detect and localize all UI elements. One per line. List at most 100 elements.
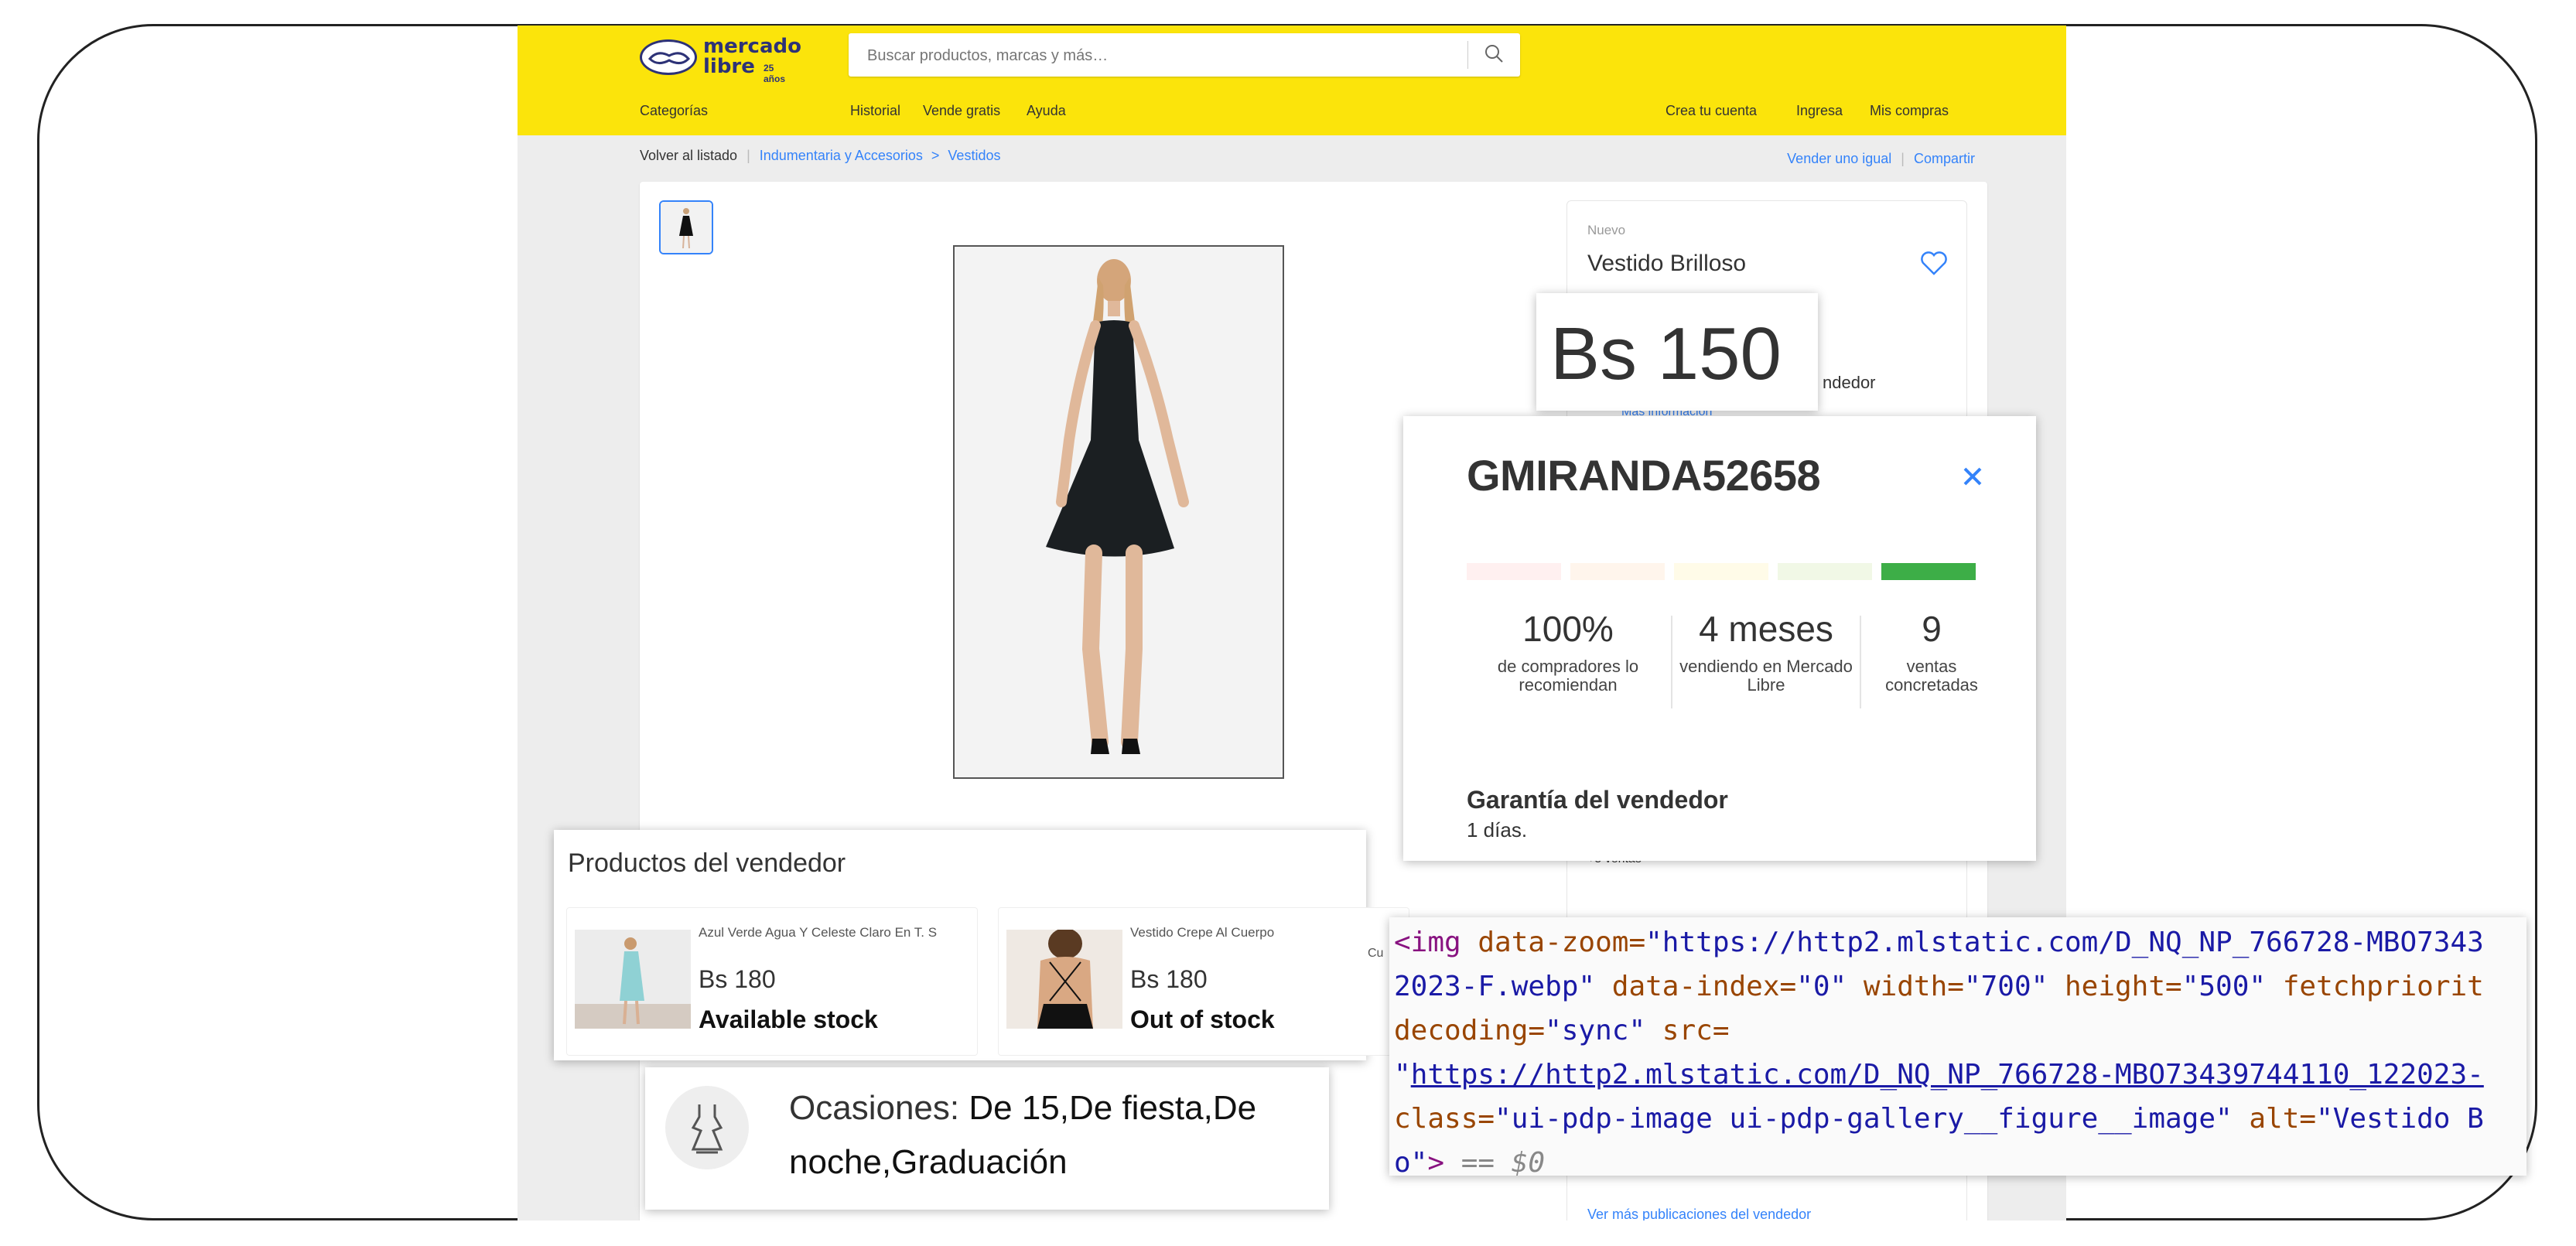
stat-recommend-label: de compradores lo recomiendan (1497, 657, 1639, 695)
handshake-icon (640, 39, 697, 75)
product-price: Bs 180 (1130, 965, 1208, 993)
code-attr: alt= (2232, 1103, 2317, 1135)
code-line-1: <img data-zoom="https://http2.mlstatic.c… (1394, 920, 2484, 964)
code-line-3: decoding="sync" src= (1394, 1009, 1730, 1053)
breadcrumb-separator: > (931, 148, 940, 163)
reputation-level-3 (1674, 563, 1768, 580)
occasions-label: Ocasiones: (789, 1089, 969, 1127)
code-console-ref: == $0 (1444, 1147, 1546, 1176)
guarantee-value: 1 días. (1467, 818, 1528, 841)
code-string: 2023-F.webp" (1394, 971, 1596, 1002)
heart-icon[interactable] (1920, 251, 1948, 277)
nav-vende-gratis[interactable]: Vende gratis (923, 103, 1000, 119)
stat-sales-value: 9 (1922, 609, 1942, 649)
code-attr: decoding= (1394, 1015, 1546, 1046)
code-string: "700" (1963, 971, 2048, 1002)
code-string: o" (1394, 1147, 1428, 1176)
code-string: "ui-pdp-image ui-pdp-gallery__figure__im… (1495, 1103, 2233, 1135)
occasions-attribute: Ocasiones: De 15,De fiesta,De noche,Grad… (645, 1067, 1329, 1210)
product-price: Bs 180 (699, 965, 776, 993)
nav-categorias[interactable]: Categorías (640, 103, 708, 119)
seller-fragment: ndedor (1823, 373, 1876, 392)
stat-divider (1671, 616, 1672, 708)
truncated-text: Cu (1368, 947, 1384, 960)
teal-dress-image (575, 930, 691, 1029)
seller-products-title: Productos del vendedor (568, 848, 846, 878)
code-line-6: o"> == $0 (1394, 1141, 1545, 1176)
code-tag: > (1427, 1147, 1445, 1176)
code-string: "sync" (1545, 1015, 1646, 1046)
code-line-5: class="ui-pdp-image ui-pdp-gallery__figu… (1394, 1097, 2484, 1141)
close-icon[interactable] (1957, 461, 1988, 492)
code-attr: class= (1394, 1103, 1495, 1135)
code-string: "500" (2181, 971, 2267, 1002)
nav-crea-tu-cuenta[interactable]: Crea tu cuenta (1666, 103, 1757, 119)
code-attr: width= (1847, 971, 1964, 1002)
nav-mis-compras[interactable]: Mis compras (1870, 103, 1949, 119)
back-to-list-link[interactable]: Volver al listado (640, 148, 737, 163)
product-thumbnail (1006, 930, 1122, 1029)
stat-months-value: 4 meses (1699, 609, 1833, 649)
stat-divider (1860, 616, 1861, 708)
top-navbar: mercado libre 25 años Categorías Histori… (518, 26, 2066, 135)
dress-icon (665, 1086, 749, 1169)
reputation-level-5 (1881, 563, 1976, 580)
breadcrumb-item-vestidos[interactable]: Vestidos (948, 148, 1000, 163)
logo-years: 25 años (764, 63, 786, 84)
code-tag: <img (1394, 927, 1461, 958)
code-attr: height= (2048, 971, 2182, 1002)
share-link[interactable]: Compartir (1914, 151, 1975, 166)
guarantee-title: Garantía del vendedor (1467, 786, 1728, 814)
reputation-level-4 (1778, 563, 1872, 580)
nav-ingresa[interactable]: Ingresa (1796, 103, 1843, 119)
seller-product-card[interactable]: Azul Verde Agua Y Celeste Claro En T. S … (566, 907, 978, 1056)
code-attr: data-zoom= (1461, 927, 1646, 958)
search-icon[interactable] (1483, 43, 1506, 66)
code-link[interactable]: https://http2.mlstatic.com/D_NQ_NP_76672… (1411, 1059, 2484, 1091)
breadcrumb: Volver al listado | Indumentaria y Accesor… (640, 148, 1001, 163)
reputation-thermometer (1467, 563, 1977, 580)
more-listings-link[interactable]: Ver más publicaciones del vendedor (1587, 1207, 1811, 1220)
code-line-4: "https://http2.mlstatic.com/D_NQ_NP_7667… (1394, 1053, 2484, 1097)
code-attr: data-index= (1595, 971, 1797, 1002)
price-overlay: Bs 150 (1536, 293, 1818, 411)
code-string: "Vestido B (2316, 1103, 2484, 1135)
product-main-image[interactable] (953, 245, 1284, 779)
stat-recommend: 100% de compradores lo recomiendan (1481, 608, 1655, 695)
code-string: "https://http2.mlstatic.com/D_NQ_NP_7667… (1645, 927, 2484, 958)
devtools-code-snippet: <img data-zoom="https://http2.mlstatic.c… (1389, 917, 2526, 1176)
search-box (849, 33, 1520, 77)
product-title: Vestido Brilloso (1587, 251, 1747, 276)
black-backless-dress-image (1006, 930, 1122, 1029)
code-attr: src= (1645, 1015, 1730, 1046)
nav-ayuda[interactable]: Ayuda (1027, 103, 1066, 119)
product-price: Bs 150 (1550, 312, 1782, 395)
breadcrumb-actions: Vender uno igual | Compartir (1787, 151, 1975, 166)
breadcrumb-item-indumentaria[interactable]: Indumentaria y Accesorios (760, 148, 923, 163)
code-line-2: 2023-F.webp" data-index="0" width="700" … (1394, 964, 2484, 1009)
logo-word-libre: libre (703, 55, 755, 78)
product-name: Vestido Crepe Al Cuerpo (1130, 925, 1275, 940)
search-input[interactable] (866, 43, 1472, 69)
seller-name: GMIRANDA52658 (1467, 451, 1821, 500)
search-divider (1467, 41, 1468, 69)
code-string: "0" (1796, 971, 1847, 1002)
seller-products-panel: Productos del vendedor Azul Verde Agua Y… (554, 830, 1409, 1060)
stat-months: 4 meses vendiendo en Mercado Libre (1679, 608, 1853, 695)
sell-similar-link[interactable]: Vender uno igual (1787, 151, 1891, 166)
condition-label: Nuevo (1587, 223, 1626, 237)
logo-word-mercado: mercado (703, 35, 801, 58)
stock-status: Available stock (699, 1005, 878, 1033)
stat-sales-label: ventas concretadas (1885, 657, 1978, 695)
product-thumbnail (575, 930, 691, 1029)
code-string: " (1394, 1059, 1411, 1091)
gallery-thumbnail[interactable] (659, 200, 713, 254)
seller-reputation-card: GMIRANDA52658 100% de compradores lo rec… (1403, 416, 2036, 861)
mercadolibre-logo[interactable]: mercado libre 25 años (640, 36, 801, 84)
nav-historial[interactable]: Historial (850, 103, 900, 119)
stat-sales: 9 ventas concretadas (1867, 608, 1996, 695)
product-name: Azul Verde Agua Y Celeste Claro En T. S (699, 925, 938, 940)
reputation-level-2 (1570, 563, 1665, 580)
seller-product-card[interactable]: Vestido Crepe Al Cuerpo Bs 180 Out of st… (998, 907, 1409, 1056)
occasions-text: Ocasiones: De 15,De fiesta,De noche,Grad… (789, 1081, 1315, 1190)
